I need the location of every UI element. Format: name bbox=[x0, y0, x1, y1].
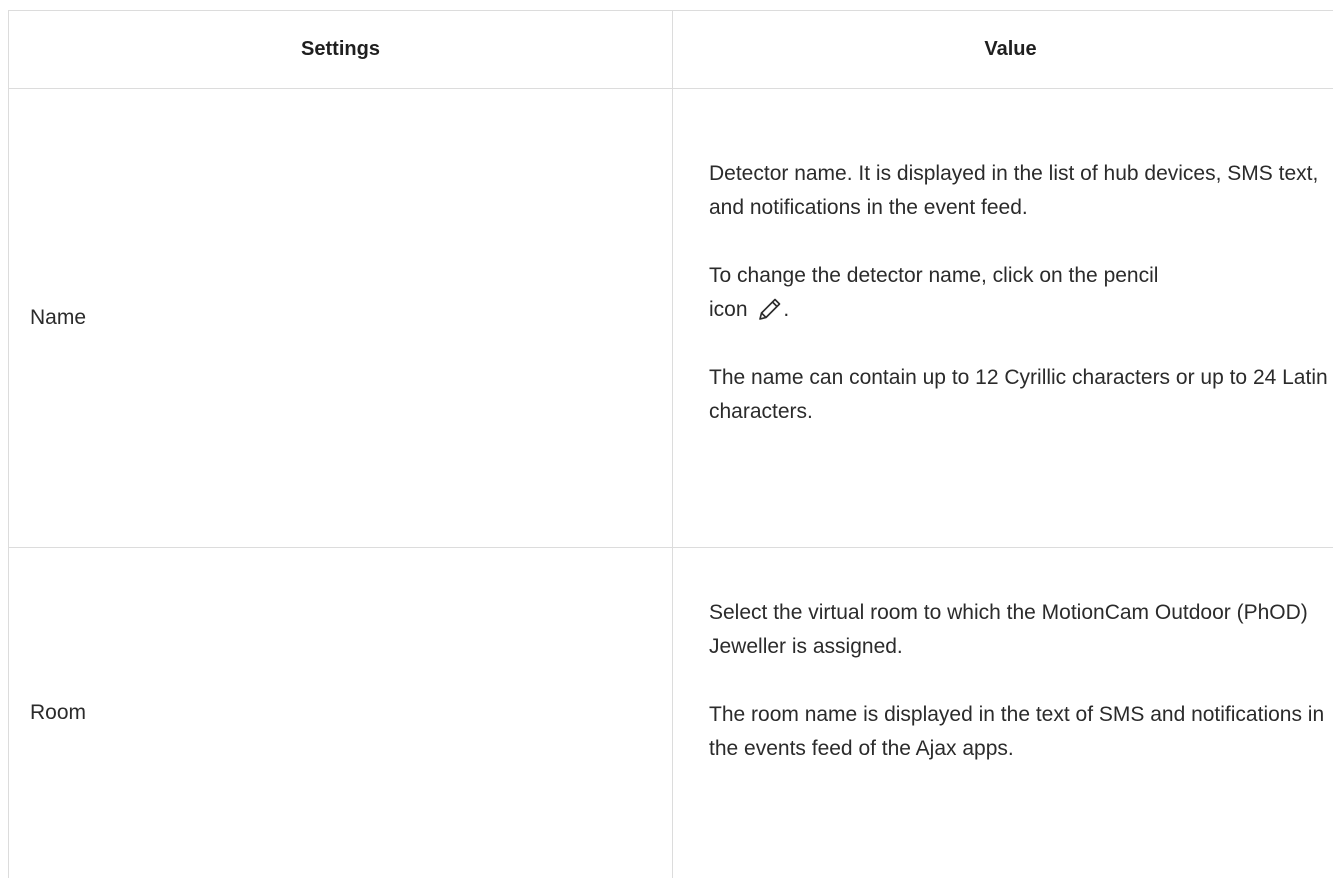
value-paragraph: Select the virtual room to which the Mot… bbox=[709, 601, 1308, 658]
table-row: Name Detector name. It is displayed in t… bbox=[8, 89, 1333, 548]
table-header-row: Settings Value bbox=[8, 10, 1333, 89]
settings-table: Settings Value Name Detector name. It is… bbox=[8, 10, 1333, 878]
value-paragraph: The name can contain up to 12 Cyrillic c… bbox=[709, 366, 1328, 423]
value-paragraph: Detector name. It is displayed in the li… bbox=[709, 162, 1319, 219]
header-value: Value bbox=[672, 11, 1333, 88]
value-text: To change the detector name, click on th… bbox=[709, 264, 1159, 287]
setting-room-value: Select the virtual room to which the Mot… bbox=[672, 548, 1333, 878]
value-text: . bbox=[783, 298, 790, 321]
header-settings: Settings bbox=[8, 11, 672, 88]
value-paragraph: The room name is displayed in the text o… bbox=[709, 703, 1325, 760]
value-text: icon bbox=[709, 298, 748, 321]
pencil-icon bbox=[759, 298, 781, 320]
value-paragraph: To change the detector name, click on th… bbox=[709, 259, 1333, 327]
setting-name-label: Name bbox=[8, 89, 672, 547]
setting-name-value: Detector name. It is displayed in the li… bbox=[672, 89, 1333, 547]
setting-room-label: Room bbox=[8, 548, 672, 878]
table-row: Room Select the virtual room to which th… bbox=[8, 548, 1333, 878]
